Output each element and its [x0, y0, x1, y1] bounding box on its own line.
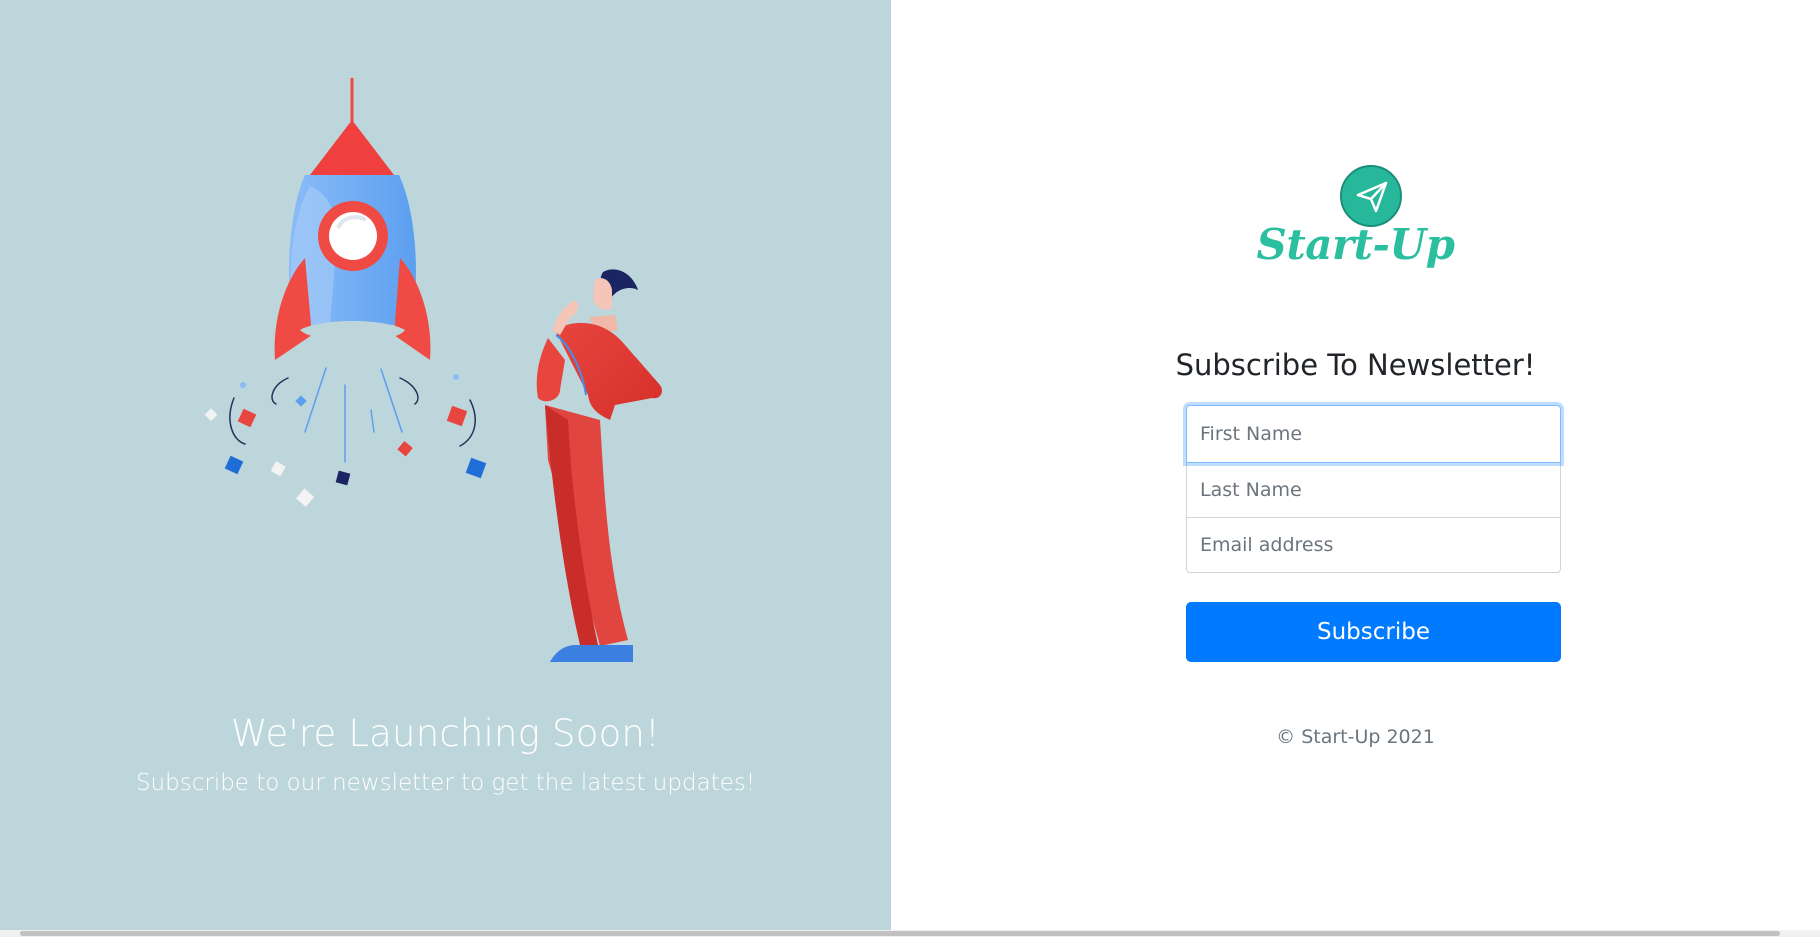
thinking-man-illustration [536, 269, 663, 662]
hero-panel: We're Launching Soon! Subscribe to our n… [0, 0, 891, 930]
email-input[interactable] [1186, 517, 1561, 573]
rocket-icon [274, 78, 431, 360]
exhaust-lines [229, 367, 476, 463]
launch-headline: We're Launching Soon! [230, 712, 661, 755]
scrollbar-thumb[interactable] [20, 931, 1780, 936]
brand-name: Start-Up [1256, 220, 1455, 269]
subscribe-button[interactable]: Subscribe [1186, 602, 1561, 662]
first-name-input[interactable] [1186, 405, 1561, 463]
landing-page: We're Launching Soon! Subscribe to our n… [0, 0, 1820, 937]
last-name-input[interactable] [1186, 462, 1561, 518]
copyright-text: © Start-Up 2021 [1276, 726, 1435, 748]
subscribe-form [1186, 405, 1561, 573]
paper-plane-icon [1356, 181, 1388, 213]
logo-badge [1340, 165, 1402, 227]
launch-subtext: Subscribe to our newsletter to get the l… [135, 770, 756, 796]
newsletter-title: Subscribe To Newsletter! [1175, 348, 1536, 382]
subscribe-panel: Start-Up Subscribe To Newsletter! Subscr… [891, 0, 1820, 930]
horizontal-scrollbar[interactable] [0, 930, 1820, 937]
launch-illustration [204, 78, 663, 662]
